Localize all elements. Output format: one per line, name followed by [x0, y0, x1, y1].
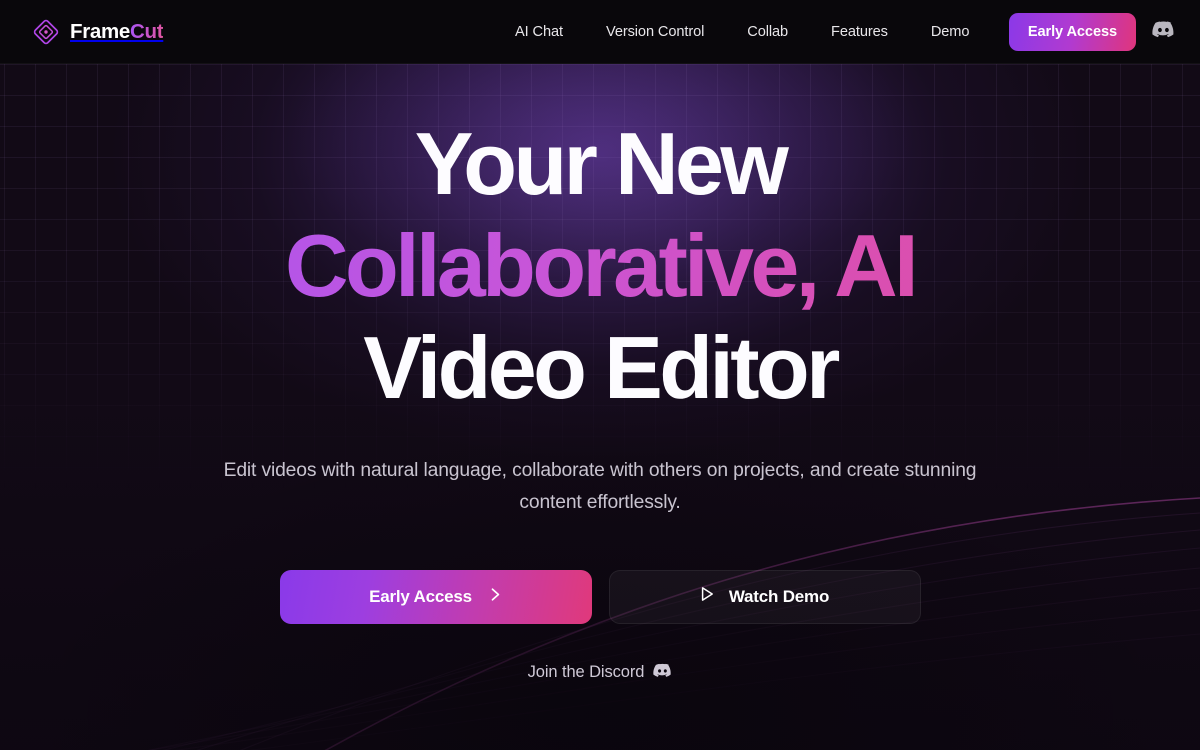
nav-link-demo[interactable]: Demo [931, 18, 970, 46]
hero-early-access-button[interactable]: Early Access [279, 569, 592, 624]
navbar-discord-link[interactable] [1150, 19, 1176, 45]
top-navbar: FrameCut AI Chat Version Control Collab … [0, 0, 1200, 64]
discord-icon [653, 661, 672, 685]
brand-name-second: Cut [130, 19, 164, 43]
navbar-actions: Early Access [1008, 0, 1176, 64]
nav-link-version-control[interactable]: Version Control [606, 18, 704, 46]
nav-link-ai-chat[interactable]: AI Chat [515, 18, 563, 46]
headline-line-3: Video Editor [363, 318, 840, 417]
hero-watch-demo-label: Watch Demo [728, 586, 830, 606]
chevron-right-icon [489, 587, 502, 607]
play-icon [700, 586, 715, 607]
nav-link-features[interactable]: Features [831, 18, 888, 46]
headline-line-1: Your New [414, 114, 789, 213]
hero-subtitle: Edit videos with natural language, colla… [223, 460, 977, 514]
headline-line-2: Collaborative, AI [0, 215, 1200, 317]
main-nav: AI Chat Version Control Collab Features … [515, 0, 969, 64]
hero-headline: Your New Collaborative, AI Video Editor [0, 113, 1200, 419]
hero-content: Your New Collaborative, AI Video Editor … [0, 113, 1200, 685]
hero-watch-demo-button[interactable]: Watch Demo [608, 569, 921, 624]
join-discord-label: Join the Discord [527, 663, 645, 682]
brand-name-first: Frame [70, 19, 131, 43]
diamond-logo-icon [33, 19, 59, 45]
landing-page: FrameCut AI Chat Version Control Collab … [0, 0, 1200, 750]
hero-section: Your New Collaborative, AI Video Editor … [0, 64, 1200, 750]
brand-logo[interactable]: FrameCut [33, 19, 164, 45]
hero-cta-row: Early Access Watch Demo [0, 569, 1200, 624]
brand-name: FrameCut [70, 19, 164, 44]
nav-link-collab[interactable]: Collab [747, 18, 788, 46]
navbar-early-access-button[interactable]: Early Access [1008, 13, 1136, 51]
discord-icon [1151, 18, 1175, 46]
hero-early-access-label: Early Access [369, 586, 472, 606]
join-discord-link[interactable]: Join the Discord [0, 661, 1200, 685]
